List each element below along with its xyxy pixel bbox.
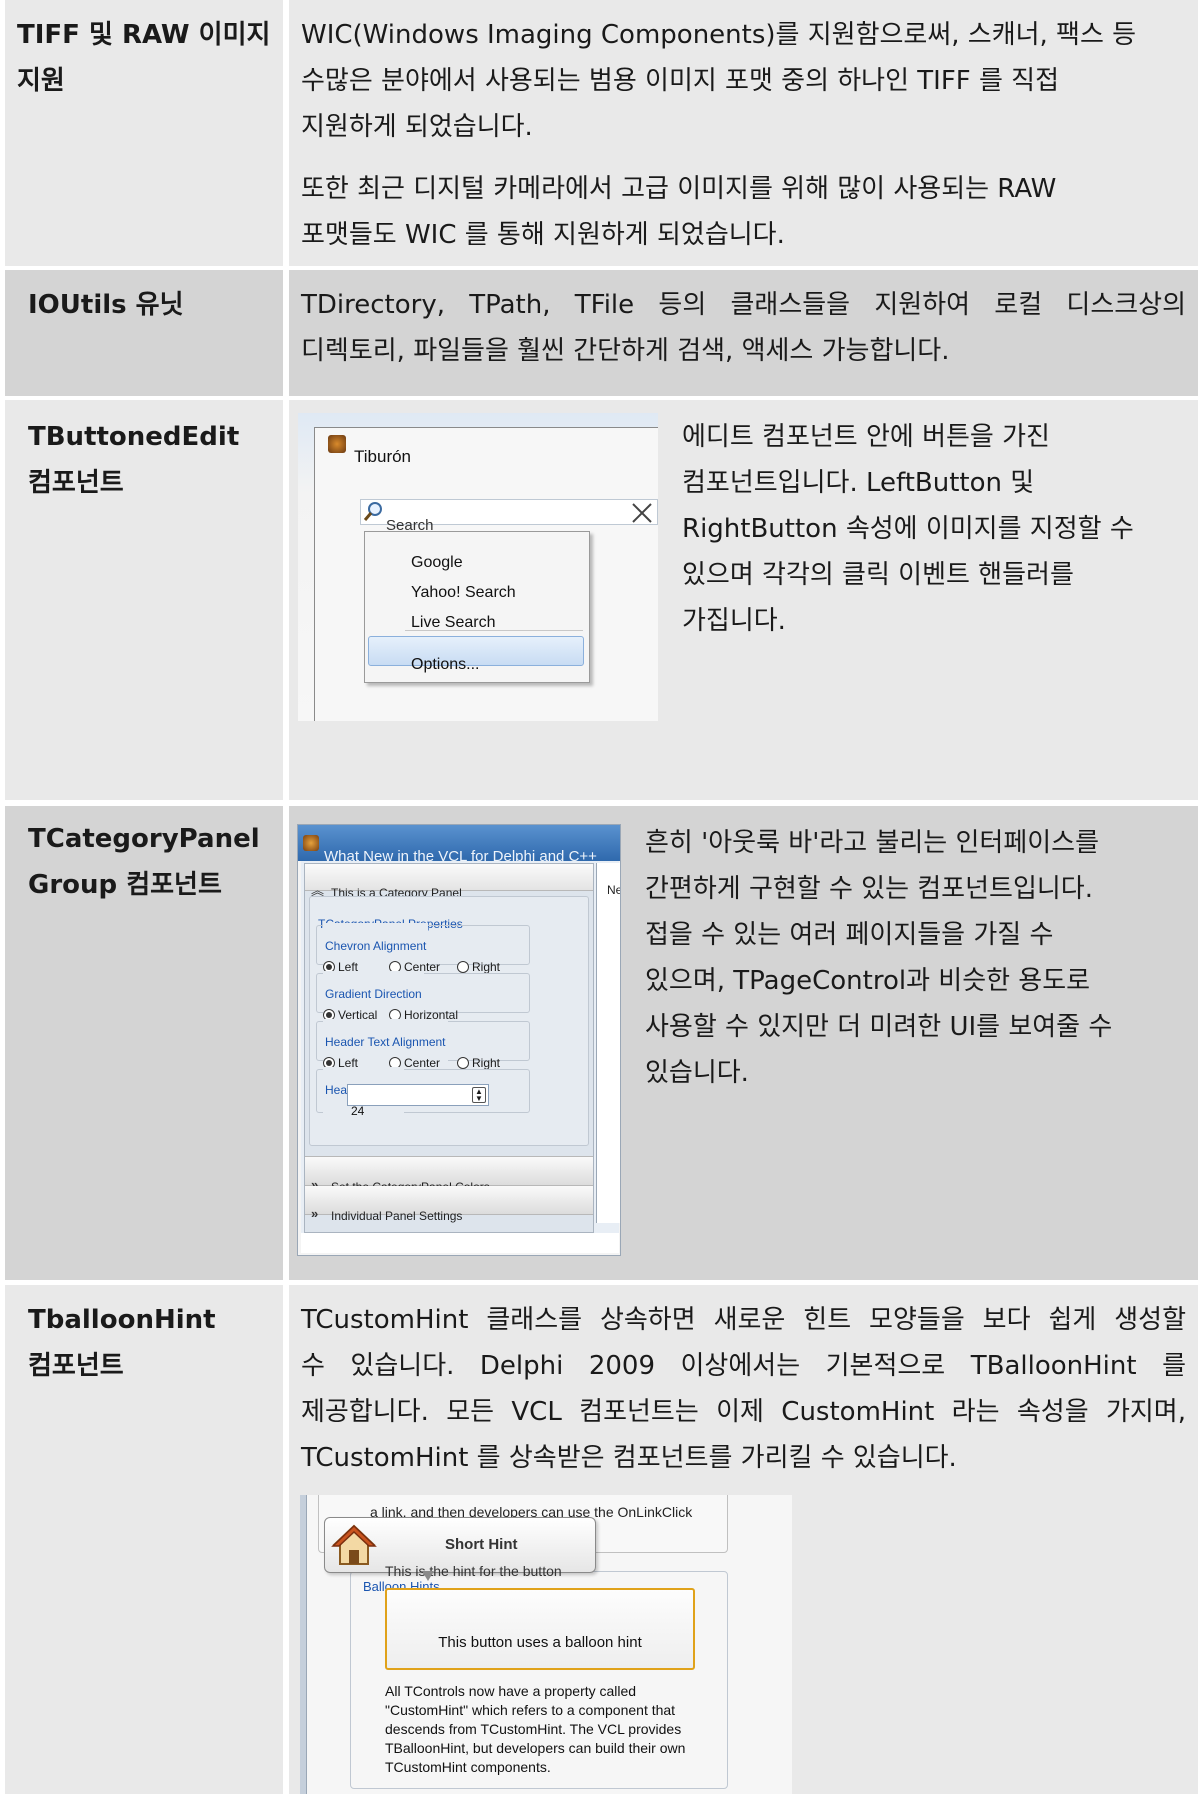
label-line: TCategoryPanel (28, 824, 260, 854)
row-tiff-raw: TIFF 및 RAW 이미지 지원 WIC(Windows Imaging Co… (0, 0, 1198, 266)
text-line: 간편하게 구현할 수 있는 컴포넌트입니다. (645, 874, 1093, 904)
text-line: 에디트 컴포넌트 안에 버튼을 가진 (682, 422, 1050, 452)
window-title: Tiburón (354, 447, 412, 466)
menu-item-options[interactable]: Options... (368, 636, 584, 673)
paragraph: WIC(Windows Imaging Components)를 지원함으로써,… (301, 12, 1198, 150)
header-text-alignment-group: Header Text Alignment Left Center Right (316, 1019, 530, 1070)
row-content: WIC(Windows Imaging Components)를 지원함으로써,… (289, 0, 1198, 266)
text-line: 가집니다. (682, 606, 786, 636)
categorypanel-screenshot: What New in the VCL for Delphi and C++ N… (297, 824, 621, 1256)
spin-buttons[interactable]: ▲ ▼ (472, 1087, 486, 1103)
bottom-strip (301, 1233, 619, 1253)
description: 에디트 컴포넌트 안에 버튼을 가진 컴포넌트입니다. LeftButton 및… (682, 414, 1134, 644)
balloon-hint-button[interactable]: This button uses a balloon hint (385, 1588, 695, 1670)
label-line: TButtonedEdit (28, 422, 240, 452)
balloonhint-screenshot: a link, and then developers can use the … (300, 1495, 792, 1794)
collapsed-panel-individual[interactable]: » Individual Panel Settings (305, 1186, 593, 1223)
desc-line: TBalloonHint, but developers can build t… (385, 1740, 686, 1756)
panel-body: TCategoryPanel Properties Chevron Alignm… (309, 896, 589, 1146)
row-tballoonhint: TballoonHint 컴포넌트 TCustomHint 클래스를 상속하면 … (0, 1285, 1198, 1794)
row-content: Tiburón Search Google Yahoo! Search Live… (289, 400, 1198, 800)
dropdown-menu: Google Yahoo! Search Live Search Options… (364, 531, 590, 683)
button-label: This button uses a balloon hint (438, 1634, 642, 1651)
house-icon (331, 1524, 377, 1565)
desc-line: "CustomHint" which refers to a component… (385, 1702, 676, 1718)
description-block: All TControls now have a property called… (385, 1682, 685, 1777)
text-line: TCustomHint 클래스를 상속하면 새로운 힌트 모양들을 보다 쉽게 … (301, 1305, 1186, 1335)
text-line: 포맷들도 WIC 를 통해 지원하게 되었습니다. (301, 220, 785, 250)
label-line: 지원 (17, 66, 65, 96)
tab-stub[interactable]: Ne (596, 863, 621, 1223)
header-height-spinedit[interactable]: 24 ▲ ▼ (347, 1084, 489, 1118)
text-line: 지원하게 되었습니다. (301, 112, 533, 142)
spinedit-value: 24 (351, 1104, 365, 1118)
text-line: 수많은 분야에서 사용되는 범용 이미지 포맷 중의 하나인 TIFF 를 직접 (301, 66, 1060, 96)
row-label: TButtonedEdit 컴포넌트 (5, 400, 283, 800)
app-icon (328, 435, 346, 453)
label-line: 컴포넌트 (28, 1351, 124, 1381)
left-edge (300, 1495, 307, 1794)
row-label: TIFF 및 RAW 이미지 지원 (5, 0, 283, 266)
menu-item-options-label: Options... (411, 656, 480, 673)
buttonededit-screenshot: Tiburón Search Google Yahoo! Search Live… (298, 413, 658, 721)
desc-line: TCustomHint components. (385, 1759, 551, 1775)
hint-body: This is the hint for the button (385, 1563, 562, 1579)
row-label: IOUtils 유닛 (5, 270, 283, 396)
text-line: 또한 최근 디지털 카메라에서 고급 이미지를 위해 많이 사용되는 RAW (301, 174, 1057, 204)
label-line: TballoonHint (28, 1305, 216, 1335)
collapsed-panel-colors[interactable]: » Set the CategoryPanel Colors (305, 1156, 593, 1194)
paragraph: 또한 최근 디지털 카메라에서 고급 이미지를 위해 많이 사용되는 RAW 포… (301, 166, 1198, 258)
text-line: RightButton 속성에 이미지를 지정할 수 (682, 514, 1134, 544)
label-line: TIFF 및 RAW 이미지 (17, 20, 271, 50)
row-content: What New in the VCL for Delphi and C++ N… (289, 806, 1198, 1280)
radio-label: Center (404, 1056, 441, 1070)
desc-line: All TControls now have a property called (385, 1683, 637, 1699)
text-line: WIC(Windows Imaging Components)를 지원함으로써,… (301, 20, 1137, 50)
header-height-group: Header Height 24 ▲▼ (316, 1067, 530, 1118)
app-icon (303, 835, 319, 851)
text-line: 있으며, TPageControl과 비슷한 용도로 (645, 966, 1091, 996)
desc-line: descends from TCustomHint. The VCL provi… (385, 1721, 682, 1737)
text-line: 제공합니다. 모든 VCL 컴포넌트는 이제 CustomHint 라는 속성을… (301, 1397, 1186, 1427)
search-icon (363, 502, 382, 521)
label-line: 컴포넌트 (28, 468, 124, 498)
text-line: 디렉토리, 파일들을 훨씬 간단하게 검색, 액세스 가능합니다. (301, 336, 950, 366)
row-tbuttonededit: TButtonedEdit 컴포넌트 Tiburón Search Google… (0, 400, 1198, 800)
label-line: Group 컴포넌트 (28, 870, 222, 900)
row-ioutils: IOUtils 유닛 TDirectory, TPath, TFile 등의 클… (0, 270, 1198, 396)
row-content: TCustomHint 클래스를 상속하면 새로운 힌트 모양들을 보다 쉽게 … (289, 1285, 1198, 1794)
panel-header[interactable]: ︽ This is a Category Panel (305, 864, 593, 900)
lower-panel: Balloon Hints This button uses a balloon… (350, 1564, 728, 1789)
row-label: TCategoryPanel Group 컴포넌트 (5, 806, 283, 1280)
panel-group: ︽ This is a Category Panel TCategoryPane… (304, 863, 594, 1233)
radio-label: Right (472, 960, 501, 974)
row-content: TDirectory, TPath, TFile 등의 클래스들을 지원하여 로… (289, 270, 1198, 396)
gradient-direction-group: Gradient Direction Vertical Horizontal (316, 971, 530, 1022)
chevron-alignment-group: Chevron Alignment Left Center Right (316, 923, 530, 974)
text-line: 접을 수 있는 여러 페이지들을 가질 수 (645, 920, 1054, 950)
text-line: TCustomHint 를 상속받은 컴포넌트를 가리킬 수 있습니다. (301, 1443, 957, 1473)
text-line: 있으며 각각의 클릭 이벤트 핸들러를 (682, 560, 1074, 590)
row-label: TballoonHint 컴포넌트 (5, 1285, 283, 1794)
text-line: 흔히 '아웃룩 바'라고 불리는 인터페이스를 (645, 828, 1099, 858)
tab-stub-label: Ne (607, 883, 621, 897)
text-line: 있습니다. (645, 1058, 749, 1088)
row-tcategorypanelgroup: TCategoryPanel Group 컴포넌트 What New in th… (0, 806, 1198, 1280)
text-line: 사용할 수 있지만 더 미려한 UI를 보여줄 수 (645, 1012, 1113, 1042)
radio-label: Right (472, 1056, 501, 1070)
balloon-hint: Short Hint This is the hint for the butt… (324, 1517, 596, 1579)
text-line: 컴포넌트입니다. LeftButton 및 (682, 468, 1035, 498)
clear-icon[interactable] (631, 502, 653, 524)
text-line: 수 있습니다. Delphi 2009 이상에서는 기본적으로 TBalloon… (301, 1351, 1186, 1381)
chevron-right-icon: » (311, 1206, 319, 1221)
balloon-pointer (422, 1571, 434, 1581)
menu-separator (405, 630, 583, 631)
label-line: IOUtils 유닛 (28, 290, 184, 320)
text-line: TDirectory, TPath, TFile 등의 클래스들을 지원하여 로… (301, 290, 1186, 320)
description: 흔히 '아웃룩 바'라고 불리는 인터페이스를 간편하게 구현할 수 있는 컴포… (645, 820, 1112, 1096)
